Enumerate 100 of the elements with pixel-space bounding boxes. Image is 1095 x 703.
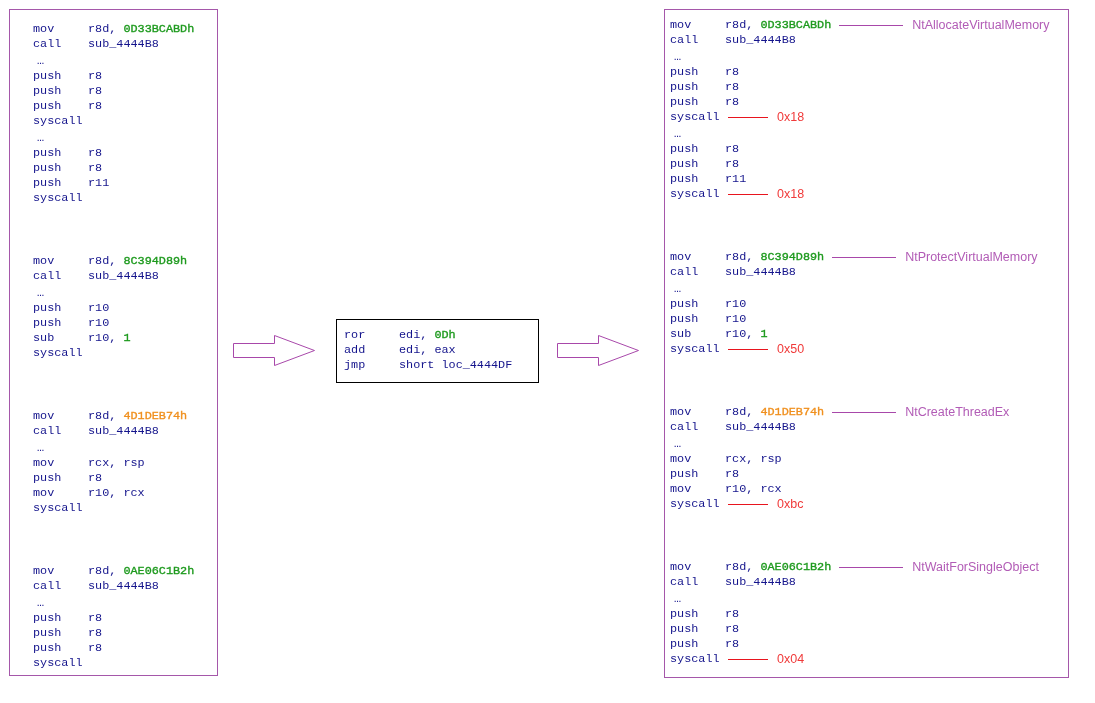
operand-text: r8 bbox=[88, 84, 103, 99]
mnemonic-text: mov bbox=[670, 18, 692, 33]
operand-text: r8 bbox=[725, 142, 740, 157]
operand-text: r8d, 8C394D89h bbox=[725, 250, 825, 265]
mnemonic-text: syscall bbox=[670, 110, 720, 125]
operand-text: r8d, 0AE06C1B2h bbox=[725, 560, 832, 575]
operand-text: r10 bbox=[88, 301, 110, 316]
operand-text: r8 bbox=[88, 146, 103, 161]
operand-text: sub_4444B8 bbox=[88, 269, 159, 284]
leader-line bbox=[728, 504, 768, 505]
operand-text: r10 bbox=[725, 297, 747, 312]
operand-text: sub_4444B8 bbox=[88, 579, 159, 594]
mnemonic-text: syscall bbox=[670, 187, 720, 202]
mnemonic-text: mov bbox=[670, 560, 692, 575]
mnemonic-text: call bbox=[670, 575, 699, 590]
mnemonic-text: call bbox=[33, 269, 62, 284]
mnemonic-text: syscall bbox=[33, 346, 83, 361]
operand-text: r10 bbox=[725, 312, 747, 327]
mnemonic-text: jmp bbox=[344, 358, 366, 373]
right-arrow-icon bbox=[557, 335, 639, 366]
mnemonic-text: call bbox=[33, 579, 62, 594]
mnemonic-text: mov bbox=[670, 250, 692, 265]
operand-text: r8 bbox=[88, 69, 103, 84]
operand-text: sub_4444B8 bbox=[725, 265, 796, 280]
operand-text: r10 bbox=[88, 316, 110, 331]
mnemonic-text: push bbox=[670, 95, 699, 110]
mnemonic-text: call bbox=[670, 265, 699, 280]
mnemonic-text: sub bbox=[33, 331, 55, 346]
operand-text: r8d, 4D1DEB74h bbox=[725, 405, 825, 420]
mnemonic-text: mov bbox=[33, 254, 55, 269]
ellipsis-text: … bbox=[37, 440, 45, 455]
syscall-number-label: 0x18 bbox=[777, 110, 805, 125]
mnemonic-text: syscall bbox=[33, 501, 83, 516]
leader-line bbox=[728, 117, 768, 118]
operand-text: sub_4444B8 bbox=[88, 424, 159, 439]
mnemonic-text: mov bbox=[670, 452, 692, 467]
mnemonic-text: push bbox=[670, 297, 699, 312]
syscall-number-label: 0x04 bbox=[777, 652, 805, 667]
operand-text: r8 bbox=[88, 611, 103, 626]
ellipsis-text: … bbox=[37, 130, 45, 145]
mnemonic-text: syscall bbox=[670, 652, 720, 667]
mnemonic-text: push bbox=[33, 69, 62, 84]
ellipsis-text: … bbox=[674, 436, 682, 451]
ellipsis-text: … bbox=[674, 591, 682, 606]
mnemonic-text: push bbox=[33, 301, 62, 316]
operand-text: r8d, 0D33BCABDh bbox=[725, 18, 832, 33]
mnemonic-text: syscall bbox=[33, 191, 83, 206]
mnemonic-text: push bbox=[33, 161, 62, 176]
operand-text: r8 bbox=[725, 157, 740, 172]
mnemonic-text: mov bbox=[33, 456, 55, 471]
operand-text: r8d, 0D33BCABDh bbox=[88, 22, 195, 37]
ellipsis-text: … bbox=[37, 53, 45, 68]
syscall-number-label: 0x18 bbox=[777, 187, 805, 202]
mnemonic-text: push bbox=[670, 65, 699, 80]
operand-text: r8 bbox=[88, 161, 103, 176]
operand-text: r8 bbox=[725, 467, 740, 482]
leader-line bbox=[832, 412, 897, 413]
api-name-label: NtProtectVirtualMemory bbox=[905, 250, 1038, 265]
operand-text: sub_4444B8 bbox=[725, 33, 796, 48]
mnemonic-text: push bbox=[670, 312, 699, 327]
mnemonic-text: syscall bbox=[670, 342, 720, 357]
operand-text: sub_4444B8 bbox=[725, 575, 796, 590]
ellipsis-text: … bbox=[674, 126, 682, 141]
right-arrow-icon bbox=[233, 335, 315, 366]
mnemonic-text: sub bbox=[670, 327, 692, 342]
operand-text: r8 bbox=[88, 626, 103, 641]
mnemonic-text: mov bbox=[670, 482, 692, 497]
mnemonic-text: syscall bbox=[33, 114, 83, 129]
operand-text: r11 bbox=[88, 176, 110, 191]
operand-text: rcx, rsp bbox=[88, 456, 145, 471]
operand-text: rcx, rsp bbox=[725, 452, 782, 467]
mnemonic-text: push bbox=[670, 80, 699, 95]
operand-text: r8 bbox=[725, 95, 740, 110]
operand-text: r10, rcx bbox=[725, 482, 782, 497]
mnemonic-text: push bbox=[670, 157, 699, 172]
syscall-number-label: 0xbc bbox=[777, 497, 804, 512]
mnemonic-text: push bbox=[33, 99, 62, 114]
operand-text: sub_4444B8 bbox=[725, 420, 796, 435]
leader-line bbox=[832, 257, 897, 258]
mnemonic-text: call bbox=[670, 420, 699, 435]
mnemonic-text: mov bbox=[33, 486, 55, 501]
operand-text: r8 bbox=[88, 641, 103, 656]
operand-text: r10, rcx bbox=[88, 486, 145, 501]
api-name-label: NtWaitForSingleObject bbox=[912, 560, 1039, 575]
mnemonic-text: push bbox=[33, 641, 62, 656]
mnemonic-text: call bbox=[33, 424, 62, 439]
mnemonic-text: push bbox=[33, 316, 62, 331]
mnemonic-text: push bbox=[33, 146, 62, 161]
mnemonic-text: push bbox=[670, 467, 699, 482]
mnemonic-text: push bbox=[670, 142, 699, 157]
operand-text: edi, 0Dh bbox=[399, 328, 456, 343]
mnemonic-text: mov bbox=[33, 409, 55, 424]
operand-text: short loc_4444DF bbox=[399, 358, 513, 373]
syscall-number-label: 0x50 bbox=[777, 342, 805, 357]
mnemonic-text: push bbox=[33, 471, 62, 486]
mnemonic-text: push bbox=[670, 622, 699, 637]
mnemonic-text: mov bbox=[33, 22, 55, 37]
leader-line bbox=[728, 659, 768, 660]
leader-line bbox=[839, 567, 904, 568]
leader-line bbox=[839, 25, 904, 26]
